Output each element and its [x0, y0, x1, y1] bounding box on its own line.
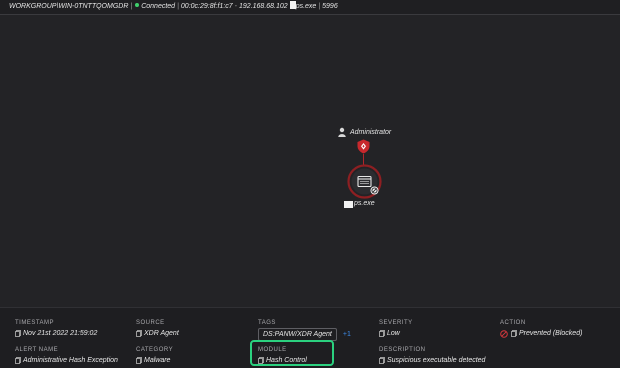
action-value: Prevented (Blocked) [519, 330, 583, 337]
timestamp-field: TIMESTAMP Nov 21st 2022 21:59:02 [15, 320, 97, 338]
description-value: Suspicious executable detected [387, 357, 486, 364]
category-value: Malware [144, 357, 171, 364]
blocked-icon [500, 329, 508, 338]
shield-alert-icon[interactable] [357, 139, 370, 154]
severity-value: Low [387, 330, 400, 337]
connection-status: Connected [141, 3, 176, 10]
blocked-icon [370, 186, 379, 195]
source-label: SOURCE [136, 320, 165, 326]
severity-label: SEVERITY [379, 320, 413, 326]
category-label: CATEGORY [136, 347, 174, 353]
copy-icon[interactable] [511, 330, 517, 337]
timestamp-label: TIMESTAMP [15, 320, 55, 326]
process-id: 5996 [322, 3, 338, 10]
alert-name-field: ALERT NAME Administrative Hash Exception [15, 347, 118, 365]
user-node-label[interactable]: Administrator [350, 129, 391, 136]
status-dot-icon [135, 3, 140, 7]
severity-field: SEVERITY Low [379, 320, 413, 338]
mac-address: 00:0c:29:8f:f1:c7 [180, 3, 233, 10]
copy-icon[interactable] [15, 330, 21, 337]
separator: | [177, 3, 179, 10]
copy-icon[interactable] [136, 357, 142, 364]
header-info: WORKGROUP\WIN-0TNTTQOMGDR | Connected | 00:0… [9, 0, 338, 14]
description-label: DESCRIPTION [379, 347, 426, 353]
module-highlight-box [250, 340, 334, 366]
ip-address: 192.168.68.102 [239, 3, 288, 10]
action-label: ACTION [500, 320, 526, 326]
more-tags-link[interactable]: +1 [343, 331, 351, 338]
alert-name-label: ALERT NAME [15, 347, 59, 353]
host-name: WORKGROUP\WIN-0TNTTQOMGDR [9, 3, 129, 10]
copy-icon[interactable] [379, 357, 385, 364]
copy-icon[interactable] [379, 330, 385, 337]
description-field: DESCRIPTION Suspicious executable detect… [379, 347, 485, 365]
action-field: ACTION Prevented (Blocked) [500, 320, 582, 338]
separator: | [130, 3, 133, 10]
separator: | [318, 3, 321, 10]
tags-field: TAGS DS:PANW/XDR Agent +1 [258, 320, 351, 341]
process-name: ps.exe [295, 3, 317, 10]
separator: - [234, 3, 238, 10]
source-value: XDR Agent [144, 330, 179, 337]
alert-name-value: Administrative Hash Exception [23, 357, 118, 364]
timestamp-value: Nov 21st 2022 21:59:02 [23, 330, 98, 337]
source-field: SOURCE XDR Agent [136, 320, 179, 338]
tags-label: TAGS [258, 320, 276, 326]
category-field: CATEGORY Malware [136, 347, 173, 365]
redaction-mark [344, 201, 353, 208]
causality-graph[interactable]: Administrator ps.exe [0, 15, 620, 307]
context-header: WORKGROUP\WIN-0TNTTQOMGDR | Connected | 00:0… [0, 0, 620, 15]
copy-icon[interactable] [15, 357, 21, 364]
user-icon [338, 127, 346, 137]
copy-icon[interactable] [136, 330, 142, 337]
process-node-label[interactable]: ps.exe [354, 200, 375, 207]
